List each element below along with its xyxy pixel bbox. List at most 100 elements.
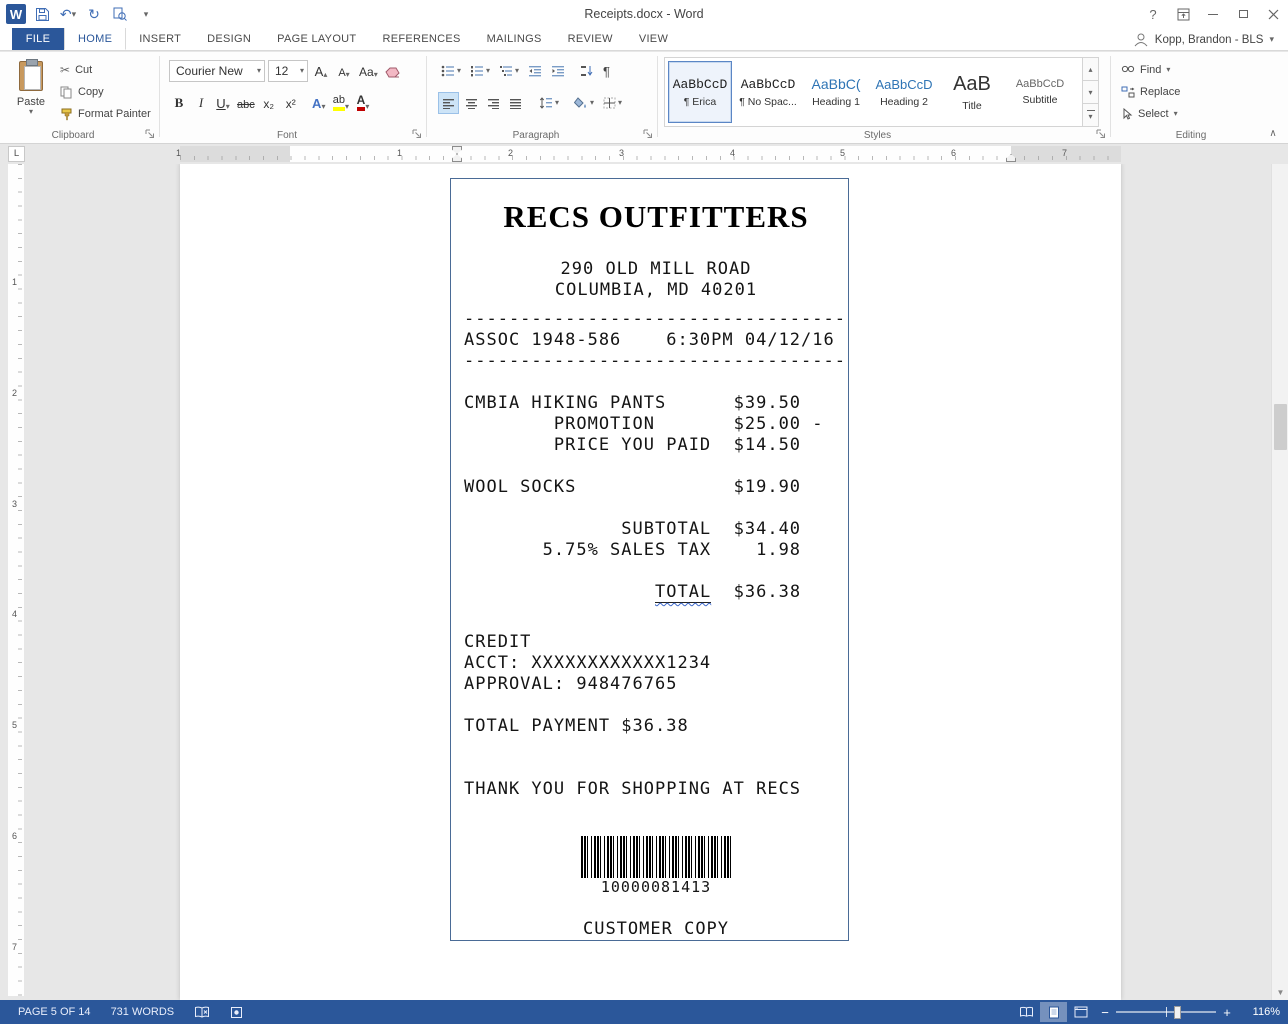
paste-icon [19, 61, 43, 91]
shrink-font-button[interactable]: A▾ [334, 60, 354, 82]
up-icon: ▴ [1088, 65, 1092, 74]
zoom-in-button[interactable]: + [1216, 1002, 1238, 1022]
ribbon-display-options-button[interactable] [1168, 0, 1198, 28]
grow-font-button[interactable]: A▴ [311, 60, 331, 82]
restore-button[interactable] [1228, 0, 1258, 28]
close-button[interactable] [1258, 0, 1288, 28]
scroll-down-button[interactable]: ▼ [1272, 984, 1288, 1000]
document-page[interactable]: RECS OUTFITTERS 290 OLD MILL ROADCOLUMBI… [180, 163, 1121, 1000]
style-sample: AaBbCcD [673, 77, 728, 92]
zoom-out-button[interactable]: − [1094, 1002, 1116, 1022]
minimize-button[interactable] [1198, 0, 1228, 28]
bold-button[interactable]: B [169, 92, 189, 114]
receipt-line: ASSOC 1948-586 6:30PM 04/12/16 [464, 330, 848, 351]
help-button[interactable]: ? [1138, 0, 1168, 28]
style-card[interactable]: AaB Title [940, 61, 1004, 123]
receipt-header: 290 OLD MILL ROADCOLUMBIA, MD 40201 [464, 259, 848, 301]
styles-group-label: Styles [658, 130, 1097, 141]
word-count-status[interactable]: 731 WORDS [103, 1000, 183, 1024]
align-center-button[interactable] [462, 92, 481, 114]
text-effects-button[interactable]: A▾ [309, 92, 329, 114]
help-icon: ? [1149, 7, 1156, 22]
styles-more-button[interactable]: ▾ [1082, 104, 1099, 127]
font-family-combo[interactable]: Courier New ▾ [169, 60, 265, 82]
vertical-ruler[interactable]: 1234567 [8, 164, 24, 996]
paste-dropdown-icon[interactable]: ▾ [29, 108, 33, 116]
macro-record-button[interactable] [222, 1000, 251, 1024]
zoom-percentage[interactable]: 116% [1238, 1006, 1280, 1018]
cut-button[interactable]: ✂ Cut [60, 60, 92, 80]
vertical-scrollbar[interactable]: ▲ ▼ [1271, 146, 1288, 1000]
zoom-slider[interactable] [1116, 1002, 1216, 1022]
font-size-combo[interactable]: 12 ▾ [268, 60, 308, 82]
superscript-button[interactable]: x² [281, 92, 301, 114]
replace-button[interactable]: Replace [1121, 82, 1180, 102]
multilevel-list-button[interactable]: ▾ [496, 60, 522, 82]
paste-button[interactable]: Paste ▾ [8, 58, 54, 134]
styles-scroll-down-button[interactable]: ▾ [1082, 81, 1099, 104]
ribbon-tab[interactable]: HOME [64, 27, 126, 50]
ribbon-tab[interactable]: PAGE LAYOUT [264, 27, 369, 50]
zoom-slider-thumb[interactable] [1174, 1006, 1181, 1019]
ribbon-tab[interactable]: MAILINGS [474, 27, 555, 50]
ribbon-tab[interactable]: REFERENCES [369, 27, 473, 50]
tab-selector-button[interactable]: L [8, 146, 25, 162]
tab-file[interactable]: FILE [12, 27, 64, 50]
page-number-status[interactable]: PAGE 5 OF 14 [10, 1000, 99, 1024]
styles-scroll-up-button[interactable]: ▴ [1082, 57, 1099, 81]
print-layout-button[interactable] [1040, 1002, 1067, 1022]
ribbon-tab[interactable]: REVIEW [555, 27, 626, 50]
read-mode-button[interactable] [1013, 1002, 1040, 1022]
find-button[interactable]: Find ▾ [1121, 60, 1170, 80]
scrollbar-thumb[interactable] [1274, 404, 1287, 450]
ribbon-tab[interactable]: VIEW [626, 27, 681, 50]
receipt-line: 5.75% SALES TAX 1.98 [464, 540, 848, 561]
style-card[interactable]: AaBbCcD ¶ Erica [668, 61, 732, 123]
underline-button[interactable]: U▾ [213, 92, 233, 114]
borders-button[interactable]: ▾ [600, 92, 625, 114]
paragraph-dialog-launcher[interactable] [642, 128, 654, 140]
clear-formatting-button[interactable] [383, 60, 403, 82]
format-painter-button[interactable]: Format Painter [60, 104, 151, 124]
web-layout-button[interactable] [1067, 1002, 1094, 1022]
receipt-total-line: TOTAL $36.38 [464, 582, 848, 603]
subscript-button[interactable]: x₂ [259, 92, 279, 114]
increase-indent-button[interactable] [548, 60, 568, 82]
highlight-color-button[interactable]: ab▾ [331, 92, 351, 114]
sort-button[interactable] [577, 60, 597, 82]
style-label: Subtitle [1022, 94, 1057, 106]
style-card[interactable]: AaBbCcD Subtitle [1008, 61, 1072, 123]
up-icon: ▴ [323, 70, 327, 79]
font-color-button[interactable]: A▾ [353, 92, 373, 114]
show-formatting-marks-button[interactable]: ¶ [600, 60, 613, 82]
decrease-indent-button[interactable] [525, 60, 545, 82]
bullets-button[interactable]: ▾ [438, 60, 464, 82]
font-dialog-launcher[interactable] [411, 128, 423, 140]
copy-button[interactable]: Copy [60, 82, 104, 102]
status-bar: PAGE 5 OF 14 731 WORDS − + 116% [0, 1000, 1288, 1024]
ribbon-tab[interactable]: INSERT [126, 27, 194, 50]
style-card[interactable]: AaBbCcD ¶ No Spac... [736, 61, 800, 123]
select-button[interactable]: Select ▾ [1121, 104, 1178, 124]
styles-dialog-launcher[interactable] [1095, 128, 1107, 140]
italic-button[interactable]: I [191, 92, 211, 114]
proofing-status-button[interactable] [186, 1000, 218, 1024]
align-left-button[interactable] [438, 92, 459, 114]
change-case-button[interactable]: Aa▾ [357, 60, 380, 82]
align-right-button[interactable] [484, 92, 503, 114]
clipboard-dialog-launcher[interactable] [144, 128, 156, 140]
style-card[interactable]: AaBbCcD Heading 2 [872, 61, 936, 123]
borders-icon [603, 97, 616, 109]
ribbon-tab[interactable]: DESIGN [194, 27, 264, 50]
line-spacing-button[interactable]: ▾ [536, 92, 562, 114]
strikethrough-button[interactable]: abc [235, 92, 257, 114]
account-area[interactable]: Kopp, Brandon - BLS ▾ [1133, 28, 1274, 51]
shading-button[interactable]: ▾ [571, 92, 597, 114]
numbering-button[interactable]: ▾ [467, 60, 493, 82]
ruler-number: 5 [12, 720, 17, 730]
chevron-down-icon: ▾ [365, 103, 369, 111]
collapse-ribbon-button[interactable]: ∧ [1264, 126, 1282, 140]
horizontal-ruler[interactable] [180, 146, 1121, 162]
style-card[interactable]: AaBbC( Heading 1 [804, 61, 868, 123]
justify-button[interactable] [506, 92, 525, 114]
